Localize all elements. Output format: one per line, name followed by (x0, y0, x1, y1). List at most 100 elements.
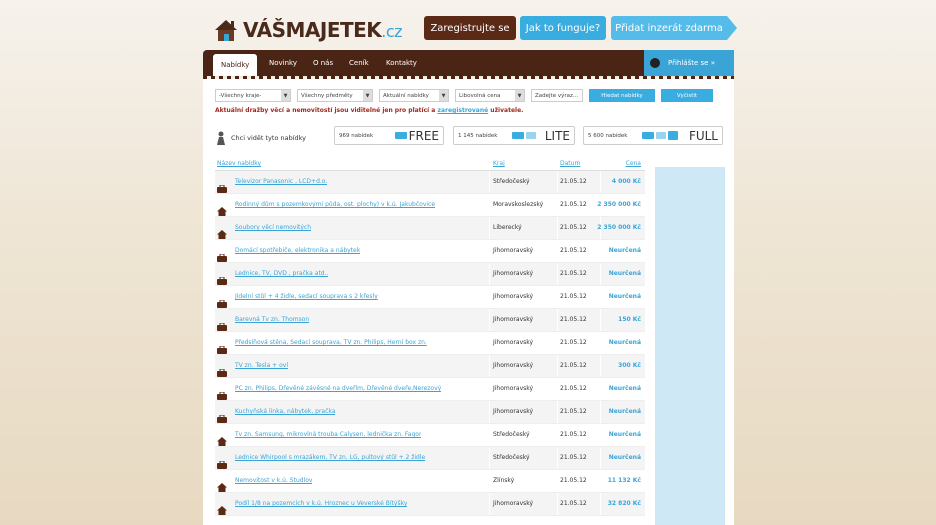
package-free[interactable]: 969 nabídek FREE (334, 126, 444, 145)
filter-bar: -Všechny kraje- ▼ Všechny předměty ▼ Aktuá… (215, 89, 713, 103)
column-divider (489, 493, 490, 515)
nav-item-pricing[interactable]: Ceník (349, 50, 369, 76)
how-it-works-button[interactable]: Jak to funguje? (520, 16, 606, 40)
sort-region-header[interactable]: Kraj (493, 160, 505, 167)
column-divider (489, 332, 490, 354)
offer-region: Jihomoravský (493, 247, 534, 254)
briefcase-icon (217, 293, 227, 308)
nav-item-news[interactable]: Novinky (269, 50, 297, 76)
column-divider (557, 470, 558, 492)
table-row[interactable]: Soubory věcí nemovitých Liberecký 21.05.12… (215, 217, 645, 240)
offer-title-link[interactable]: Tv zn. Samsung, mikrovlná trouba Calysen… (235, 431, 421, 438)
column-divider (557, 332, 558, 354)
offer-title-link[interactable]: TV zn. Tesla + ovl (235, 362, 288, 369)
sort-date-header[interactable]: Datum (560, 160, 580, 167)
clear-button[interactable]: Vyčistit (661, 89, 713, 102)
table-row[interactable]: Televizor Panasonic , LCD+d.o. Středočesk… (215, 171, 645, 194)
nav-item-contacts[interactable]: Kontakty (386, 50, 417, 76)
offer-price: 2 350 000 Kč (597, 201, 641, 208)
table-row[interactable]: Kuchyňská linka, nábytek, pračka Jihomora… (215, 401, 645, 424)
nav-item-about[interactable]: O nás (313, 50, 333, 76)
offer-title-link[interactable]: Předsíňová stěna, Sedací souprava, TV zn… (235, 339, 427, 346)
subject-select[interactable]: Všechny předměty ▼ (297, 89, 373, 102)
package-name: FREE (408, 128, 439, 143)
house-logo-icon (213, 17, 239, 43)
person-icon (217, 131, 225, 145)
table-row[interactable]: PC zn. Philips, Dřevěné závěsné na dveří… (215, 378, 645, 401)
offer-price: 11 132 Kč (607, 477, 641, 484)
table-row[interactable]: Podíl 1/8 na pozemcích v k.ú. Hroznec u … (215, 493, 645, 516)
offer-title-link[interactable]: Lednice, TV, DVD , pračka atd.. (235, 270, 328, 277)
page: VÁŠMAJETEK.cz Zaregistrujte se Jak to fu… (203, 0, 737, 525)
briefcase-icon (217, 316, 227, 331)
offer-region: Jihomoravský (493, 270, 534, 277)
offer-price: 32 820 Kč (607, 500, 641, 507)
offer-title-link[interactable]: Barevná Tv zn. Thomson (235, 316, 309, 323)
login-button[interactable]: Přihlášte se » (644, 50, 734, 76)
search-input[interactable]: Zadejte výraz... (531, 89, 583, 102)
offer-title-link[interactable]: Rodinný dům s pozemkovými půda, ost. plo… (235, 201, 435, 208)
column-divider (600, 286, 601, 308)
sort-title-header[interactable]: Název nabídky (217, 160, 261, 167)
registered-link[interactable]: zaregistrované (437, 107, 488, 114)
offers-select[interactable]: Aktuální nabídky ▼ (379, 89, 449, 102)
offer-price: Neurčená (608, 247, 641, 254)
house-icon (217, 201, 227, 216)
table-row[interactable]: Lednice Whirpool s mrazákem, TV zn. LG, … (215, 447, 645, 470)
offer-title-link[interactable]: Domácí spotřebiče, elektronika a nábytek (235, 247, 360, 254)
nav-item-offers[interactable]: Nabídky (213, 54, 258, 76)
chevron-down-icon: ▼ (515, 90, 524, 101)
table-row[interactable]: Nemovitost v k.ú. Študlov Zlínský 21.05.12… (215, 470, 645, 493)
column-divider (557, 424, 558, 446)
region-select[interactable]: -Všechny kraje- ▼ (215, 89, 291, 102)
search-offers-button[interactable]: Hledat nabídky (589, 89, 655, 102)
package-full[interactable]: 5 600 nabídek FULL (583, 126, 723, 145)
price-select[interactable]: Libovolná cena ▼ (455, 89, 525, 102)
ad-banner[interactable] (655, 167, 725, 525)
table-row[interactable]: Rodinný dům s pozemkovými půda, ost. plo… (215, 194, 645, 217)
offer-date: 21.05.12 (560, 316, 587, 323)
offer-title-link[interactable]: Nemovitost v k.ú. Študlov (235, 477, 312, 484)
table-row[interactable]: Předsíňová stěna, Sedací souprava, TV zn… (215, 332, 645, 355)
offer-region: Středočeský (493, 178, 530, 185)
offer-title-link[interactable]: Televizor Panasonic , LCD+d.o. (235, 178, 327, 185)
package-lite[interactable]: 1 145 nabídek LITE (453, 126, 575, 145)
table-row[interactable]: Barevná Tv zn. Thomson Jihomoravský 21.05.… (215, 309, 645, 332)
offer-date: 21.05.12 (560, 408, 587, 415)
briefcase-icon (217, 270, 227, 285)
offer-region: Jihomoravský (493, 316, 534, 323)
sort-price-header[interactable]: Cena (626, 160, 641, 167)
column-divider (600, 355, 601, 377)
offer-price: Neurčená (608, 270, 641, 277)
column-divider (489, 447, 490, 469)
house-icon (217, 500, 227, 515)
add-listing-button[interactable]: Přidat inzerát zdarma (611, 16, 737, 40)
offer-title-link[interactable]: Jídelní stůl + 4 židle, sedací souprava … (235, 293, 378, 300)
column-divider (489, 424, 490, 446)
offer-title-link[interactable]: Kuchyňská linka, nábytek, pračka (235, 408, 335, 415)
offer-region: Jihomoravský (493, 408, 534, 415)
table-row[interactable]: Domácí spotřebiče, elektronika a nábytek… (215, 240, 645, 263)
briefcase-icon (642, 132, 654, 139)
column-divider (557, 378, 558, 400)
column-divider (489, 171, 490, 193)
offer-date: 21.05.12 (560, 339, 587, 346)
offer-title-link[interactable]: Podíl 1/8 na pozemcích v k.ú. Hroznec u … (235, 500, 407, 507)
column-divider (489, 263, 490, 285)
table-row[interactable]: Lednice, TV, DVD , pračka atd.. Jihomorav… (215, 263, 645, 286)
table-row[interactable]: TV zn. Tesla + ovl Jihomoravský 21.05.12 30… (215, 355, 645, 378)
offer-title-link[interactable]: Soubory věcí nemovitých (235, 224, 311, 231)
offer-title-link[interactable]: Lednice Whirpool s mrazákem, TV zn. LG, … (235, 454, 425, 461)
house-icon (668, 131, 678, 140)
offer-title-link[interactable]: PC zn. Philips, Dřevěné závěsné na dveří… (235, 385, 441, 392)
site-logo[interactable]: VÁŠMAJETEK.cz (213, 14, 403, 46)
table-row[interactable]: Jídelní stůl + 4 židle, sedací souprava … (215, 286, 645, 309)
table-row[interactable]: Tv zn. Samsung, mikrovlná trouba Calysen… (215, 424, 645, 447)
column-divider (600, 378, 601, 400)
offer-date: 21.05.12 (560, 293, 587, 300)
table-body: Televizor Panasonic , LCD+d.o. Středočesk… (215, 171, 645, 516)
house-icon (217, 431, 227, 446)
register-button[interactable]: Zaregistrujte se (424, 16, 516, 40)
offer-price: Neurčená (608, 408, 641, 415)
offer-region: Jihomoravský (493, 362, 534, 369)
